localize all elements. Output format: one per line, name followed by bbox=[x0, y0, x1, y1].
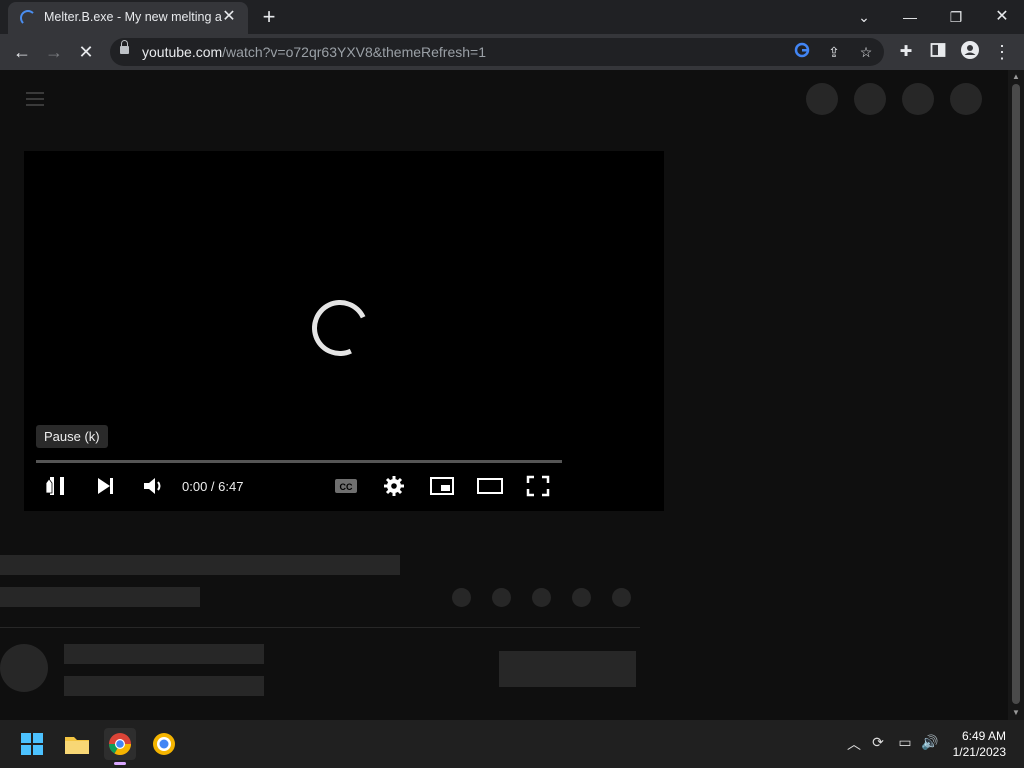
theater-mode-icon[interactable] bbox=[476, 473, 504, 499]
video-player[interactable]: Pause (k) 0:00 / 6:47 CC bbox=[24, 151, 664, 511]
windows-start-icon[interactable] bbox=[16, 728, 48, 760]
header-placeholder-circle bbox=[854, 83, 886, 115]
stop-icon[interactable]: ✕ bbox=[74, 40, 98, 64]
close-window-button[interactable]: ✕ bbox=[988, 6, 1016, 28]
svg-text:CC: CC bbox=[340, 482, 353, 492]
browser-titlebar: Melter.B.exe - My new melting a ✕ + ⌄ — … bbox=[0, 0, 1024, 34]
kebab-menu-icon[interactable]: ⋮ bbox=[990, 40, 1014, 64]
lock-icon[interactable] bbox=[120, 40, 129, 54]
chrome-variant-icon[interactable] bbox=[148, 728, 180, 760]
action-placeholder-circle bbox=[492, 588, 511, 607]
network-icon[interactable]: ▭ bbox=[895, 734, 915, 754]
time-display: 0:00 / 6:47 bbox=[182, 479, 244, 494]
file-explorer-icon[interactable] bbox=[61, 728, 93, 760]
puzzle-icon[interactable]: ✚ bbox=[894, 40, 918, 64]
share-icon[interactable]: ⇪ bbox=[824, 42, 844, 62]
taskbar-clock[interactable]: 6:49 AM 1/21/2023 bbox=[953, 728, 1006, 760]
action-placeholder-circle bbox=[532, 588, 551, 607]
clock-time: 6:49 AM bbox=[961, 729, 1006, 743]
scroll-down-arrow-icon[interactable]: ▼ bbox=[1008, 706, 1024, 720]
minimize-button[interactable]: — bbox=[896, 6, 924, 28]
pause-tooltip: Pause (k) bbox=[36, 425, 108, 448]
pause-button[interactable] bbox=[42, 473, 70, 499]
forward-arrow-icon[interactable]: → bbox=[42, 40, 66, 64]
active-app-indicator bbox=[114, 762, 126, 765]
new-tab-button[interactable]: + bbox=[256, 4, 282, 30]
divider bbox=[0, 627, 640, 628]
scroll-thumb[interactable] bbox=[1012, 84, 1020, 704]
volume-tray-icon[interactable]: 🔊 bbox=[920, 734, 940, 754]
action-placeholder-circle bbox=[572, 588, 591, 607]
windows-taskbar: ︿ ⟳ ▭ 🔊 6:49 AM 1/21/2023 bbox=[0, 720, 1024, 768]
tab-search-icon[interactable]: ⌄ bbox=[850, 6, 878, 28]
progress-bar[interactable] bbox=[36, 460, 562, 463]
action-placeholder-circle bbox=[612, 588, 631, 607]
sync-icon[interactable]: ⟳ bbox=[868, 734, 888, 754]
back-arrow-icon[interactable]: ← bbox=[10, 40, 34, 64]
url-path: /watch?v=o72qr63YXV8&themeRefresh=1 bbox=[222, 44, 487, 60]
channel-avatar-placeholder bbox=[0, 644, 48, 692]
page-scrollbar[interactable]: ▲ ▼ bbox=[1008, 70, 1024, 720]
address-bar[interactable]: youtube.com/watch?v=o72qr63YXV8&themeRef… bbox=[110, 38, 884, 66]
youtube-page: Pause (k) 0:00 / 6:47 CC bbox=[0, 70, 1008, 720]
profile-icon[interactable] bbox=[958, 40, 982, 64]
url-host: youtube.com bbox=[142, 44, 223, 60]
tray-overflow-icon[interactable]: ︿ bbox=[844, 734, 864, 754]
header-placeholder-circle bbox=[902, 83, 934, 115]
loading-spinner-icon bbox=[304, 292, 376, 364]
clock-date: 1/21/2023 bbox=[952, 745, 1006, 759]
next-button[interactable] bbox=[92, 473, 120, 499]
tab-close-icon[interactable]: ✕ bbox=[220, 8, 238, 26]
tab-loading-icon bbox=[20, 10, 36, 26]
settings-gear-icon[interactable] bbox=[380, 473, 408, 499]
header-placeholder-circle bbox=[806, 83, 838, 115]
channel-name-placeholder bbox=[64, 644, 264, 664]
tab-title: Melter.B.exe - My new melting a bbox=[44, 10, 222, 24]
guide-menu-icon[interactable] bbox=[26, 92, 46, 106]
captions-icon[interactable]: CC bbox=[332, 473, 360, 499]
header-placeholder-circle bbox=[950, 83, 982, 115]
action-placeholder-circle bbox=[452, 588, 471, 607]
url-text[interactable]: youtube.com/watch?v=o72qr63YXV8&themeRef… bbox=[142, 44, 486, 60]
scroll-up-arrow-icon[interactable]: ▲ bbox=[1008, 70, 1024, 84]
side-panel-icon[interactable] bbox=[926, 40, 950, 64]
restore-button[interactable]: ❐ bbox=[942, 6, 970, 28]
star-icon[interactable]: ☆ bbox=[856, 42, 876, 62]
subtitle-placeholder bbox=[0, 587, 200, 607]
subscribe-placeholder bbox=[499, 651, 636, 687]
chrome-taskbar-icon[interactable] bbox=[104, 728, 136, 765]
browser-toolbar: ← → ✕ youtube.com/watch?v=o72qr63YXV8&th… bbox=[0, 34, 1024, 70]
google-icon[interactable] bbox=[792, 42, 812, 62]
volume-icon[interactable] bbox=[140, 473, 168, 499]
fullscreen-icon[interactable] bbox=[524, 473, 552, 499]
channel-subs-placeholder bbox=[64, 676, 264, 696]
browser-tab-active[interactable]: Melter.B.exe - My new melting a ✕ bbox=[8, 2, 248, 34]
title-placeholder bbox=[0, 555, 400, 575]
miniplayer-icon[interactable] bbox=[428, 473, 456, 499]
